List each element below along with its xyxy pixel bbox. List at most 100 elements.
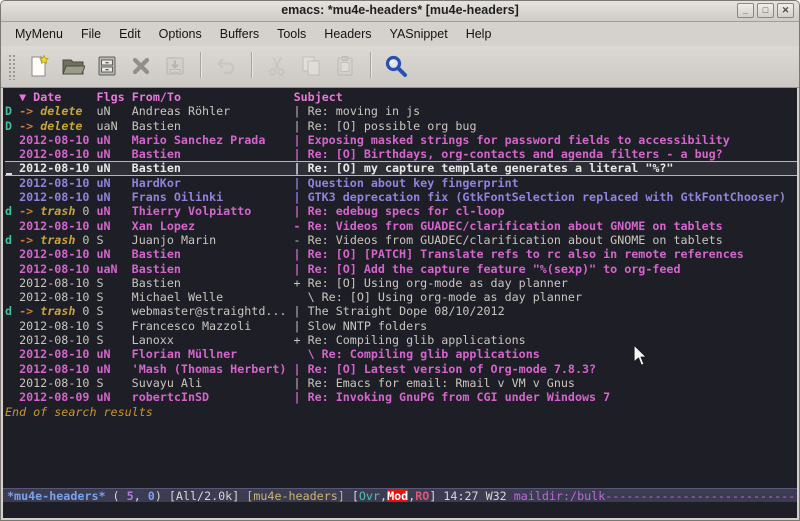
save-icon xyxy=(95,54,119,78)
table-row[interactable]: 2012-08-10 uN Mario Sanchez Prada | Expo… xyxy=(5,133,797,147)
menu-item-mymenu[interactable]: MyMenu xyxy=(6,24,72,44)
mode-line[interactable]: *mu4e-headers* ( 5, 0) [All/2.0k] [mu4e-… xyxy=(3,488,797,502)
table-row[interactable]: 2012-08-10 S Francesco Mazzoli | Slow NN… xyxy=(5,319,797,333)
table-row[interactable]: d -> trash 0 uN Thierry Volpiatto | Re: … xyxy=(5,204,797,218)
open-folder-button[interactable] xyxy=(57,50,89,82)
text-segment: 0 S webmaster@straightd... | The Straigh… xyxy=(75,304,504,318)
headers-buffer[interactable]: ▼ Date Flgs From/To Subject D -> delete … xyxy=(3,88,797,488)
text-segment: 2012-08-10 uN Xan Lopez - Re: Videos fro… xyxy=(5,219,723,233)
table-row[interactable]: 2012-08-10 uN Xan Lopez - Re: Videos fro… xyxy=(5,219,797,233)
minimize-button[interactable]: _ xyxy=(737,3,754,18)
cursor-column: 0 xyxy=(148,489,155,502)
emacs-window: emacs: *mu4e-headers* [mu4e-headers] _□✕… xyxy=(0,0,800,521)
search-scope: [All/2.0k] xyxy=(169,489,246,502)
search-icon xyxy=(384,54,408,78)
menu-item-help[interactable]: Help xyxy=(457,24,501,44)
readonly-flag: RO xyxy=(415,489,429,502)
text-segment: 2012-08-10 uN 'Mash (Thomas Herbert) | R… xyxy=(5,362,596,376)
menu-bar: MyMenuFileEditOptionsBuffersToolsHeaders… xyxy=(1,22,799,46)
undo-button xyxy=(210,50,242,82)
cut-icon xyxy=(265,54,289,78)
text-segment: 2012-08-10 uN Mario Sanchez Prada | Expo… xyxy=(5,133,730,147)
new-file-button[interactable] xyxy=(23,50,55,82)
text-segment: 2012-08-10 uN HardKor | Question about k… xyxy=(5,176,519,190)
major-mode: [mu4e-headers] xyxy=(246,489,345,502)
table-row[interactable]: d -> trash 0 S Juanjo Marin - Re: Videos… xyxy=(5,233,797,247)
table-row[interactable]: 2012-08-10 S Michael Welle \ Re: [O] Usi… xyxy=(5,290,797,304)
close-button[interactable]: ✕ xyxy=(777,3,794,18)
table-row[interactable]: 2012-08-10 uN Bastien | Re: [O] Birthday… xyxy=(5,147,797,161)
text-segment: trash xyxy=(40,204,75,218)
text-segment: d xyxy=(5,204,19,218)
table-row[interactable]: 2012-08-10 uN Frans Oilinki | GTK3 depre… xyxy=(5,190,797,204)
titlebar[interactable]: emacs: *mu4e-headers* [mu4e-headers] _□✕ xyxy=(1,1,799,22)
table-row[interactable]: 2012-08-10 uN Florian Müllner \ Re: Comp… xyxy=(5,347,797,361)
table-row[interactable]: 2012-08-10 uN 'Mash (Thomas Herbert) | R… xyxy=(5,362,797,376)
table-row[interactable]: 2012-08-09 uN robertcInSD | Re: Invoking… xyxy=(5,390,797,404)
text-segment xyxy=(5,90,19,104)
table-row[interactable]: d -> trash 0 S webmaster@straightd... | … xyxy=(5,304,797,318)
cursor-line: 5 xyxy=(127,489,134,502)
text-segment: ) xyxy=(155,489,169,502)
text-segment xyxy=(125,90,132,104)
text-segment: -> xyxy=(19,119,40,133)
close-icon xyxy=(129,54,153,78)
text-segment: 0 S Juanjo Marin - Re: Videos from GUADE… xyxy=(75,233,722,247)
text-segment: d xyxy=(5,304,19,318)
menu-item-options[interactable]: Options xyxy=(150,24,211,44)
table-row[interactable]: D -> delete uaN Bastien | Re: [O] possib… xyxy=(5,119,797,133)
text-segment: delete xyxy=(40,104,82,118)
table-row[interactable]: 2012-08-10 S Bastien + Re: [O] Using org… xyxy=(5,276,797,290)
text-segment: d xyxy=(5,233,19,247)
text-segment xyxy=(61,90,96,104)
text-segment: , xyxy=(380,489,387,502)
copy-button xyxy=(295,50,327,82)
table-row-current[interactable]: 2012-08-10 uN Bastien | Re: [O] my captu… xyxy=(5,161,797,175)
menu-item-buffers[interactable]: Buffers xyxy=(211,24,268,44)
save-button[interactable] xyxy=(91,50,123,82)
column-subject[interactable]: Subject xyxy=(294,90,343,104)
column-date[interactable]: Date xyxy=(33,90,61,104)
buffer-name: *mu4e-headers* xyxy=(7,489,106,502)
text-segment: trash xyxy=(40,304,75,318)
headers-list: D -> delete uN Andreas Röhler | Re: movi… xyxy=(5,104,797,404)
text-segment: -> xyxy=(19,304,40,318)
toolbar-separator xyxy=(370,52,371,78)
toolbar-grip-handle[interactable] xyxy=(8,54,16,80)
text-segment: ] xyxy=(429,489,443,502)
table-row[interactable]: 2012-08-10 uaN Bastien | Re: [O] Add the… xyxy=(5,262,797,276)
column-fromto[interactable]: From/To xyxy=(132,90,181,104)
close-button[interactable] xyxy=(125,50,157,82)
text-segment xyxy=(181,90,294,104)
table-row[interactable]: 2012-08-10 S Suvayu Ali | Re: Emacs for … xyxy=(5,376,797,390)
text-segment: uN Thierry Volpiatto | Re: edebug specs … xyxy=(97,204,505,218)
maildir-path: maildir:/bulk xyxy=(514,489,605,502)
search-button[interactable] xyxy=(380,50,412,82)
text-segment: delete xyxy=(40,119,82,133)
text-segment: 2012-08-09 uN robertcInSD | Re: Invoking… xyxy=(5,390,610,404)
menu-item-file[interactable]: File xyxy=(72,24,110,44)
text-segment: D xyxy=(5,104,19,118)
table-row[interactable]: D -> delete uN Andreas Röhler | Re: movi… xyxy=(5,104,797,118)
column-flgs[interactable]: Flgs xyxy=(97,90,125,104)
paste-icon xyxy=(333,54,357,78)
open-folder-icon xyxy=(61,54,85,78)
cut-button xyxy=(261,50,293,82)
maximize-button[interactable]: □ xyxy=(757,3,774,18)
menu-item-tools[interactable]: Tools xyxy=(268,24,315,44)
table-row[interactable]: 2012-08-10 uN Bastien | Re: [O] [PATCH] … xyxy=(5,247,797,261)
table-row[interactable]: 2012-08-10 uN HardKor | Question about k… xyxy=(5,176,797,190)
text-segment: -> xyxy=(19,204,40,218)
save-as-button xyxy=(159,50,191,82)
table-row[interactable]: 2012-08-10 S Lanoxx + Re: Compiling glib… xyxy=(5,333,797,347)
text-segment: ---------------------------------------- xyxy=(605,489,797,502)
menu-item-headers[interactable]: Headers xyxy=(315,24,380,44)
echo-area[interactable] xyxy=(3,502,797,518)
text-segment: 2012-08-10 uaN Bastien | Re: [O] Add the… xyxy=(5,262,681,276)
menu-item-yasnippet[interactable]: YASnippet xyxy=(381,24,457,44)
text-segment: 2012-08-10 S Francesco Mazzoli | Slow NN… xyxy=(5,319,427,333)
menu-item-edit[interactable]: Edit xyxy=(110,24,150,44)
text-segment: -> xyxy=(19,104,40,118)
text-segment: 2012-08-10 S Lanoxx + Re: Compiling glib… xyxy=(5,333,526,347)
toolbar-separator xyxy=(251,52,252,78)
